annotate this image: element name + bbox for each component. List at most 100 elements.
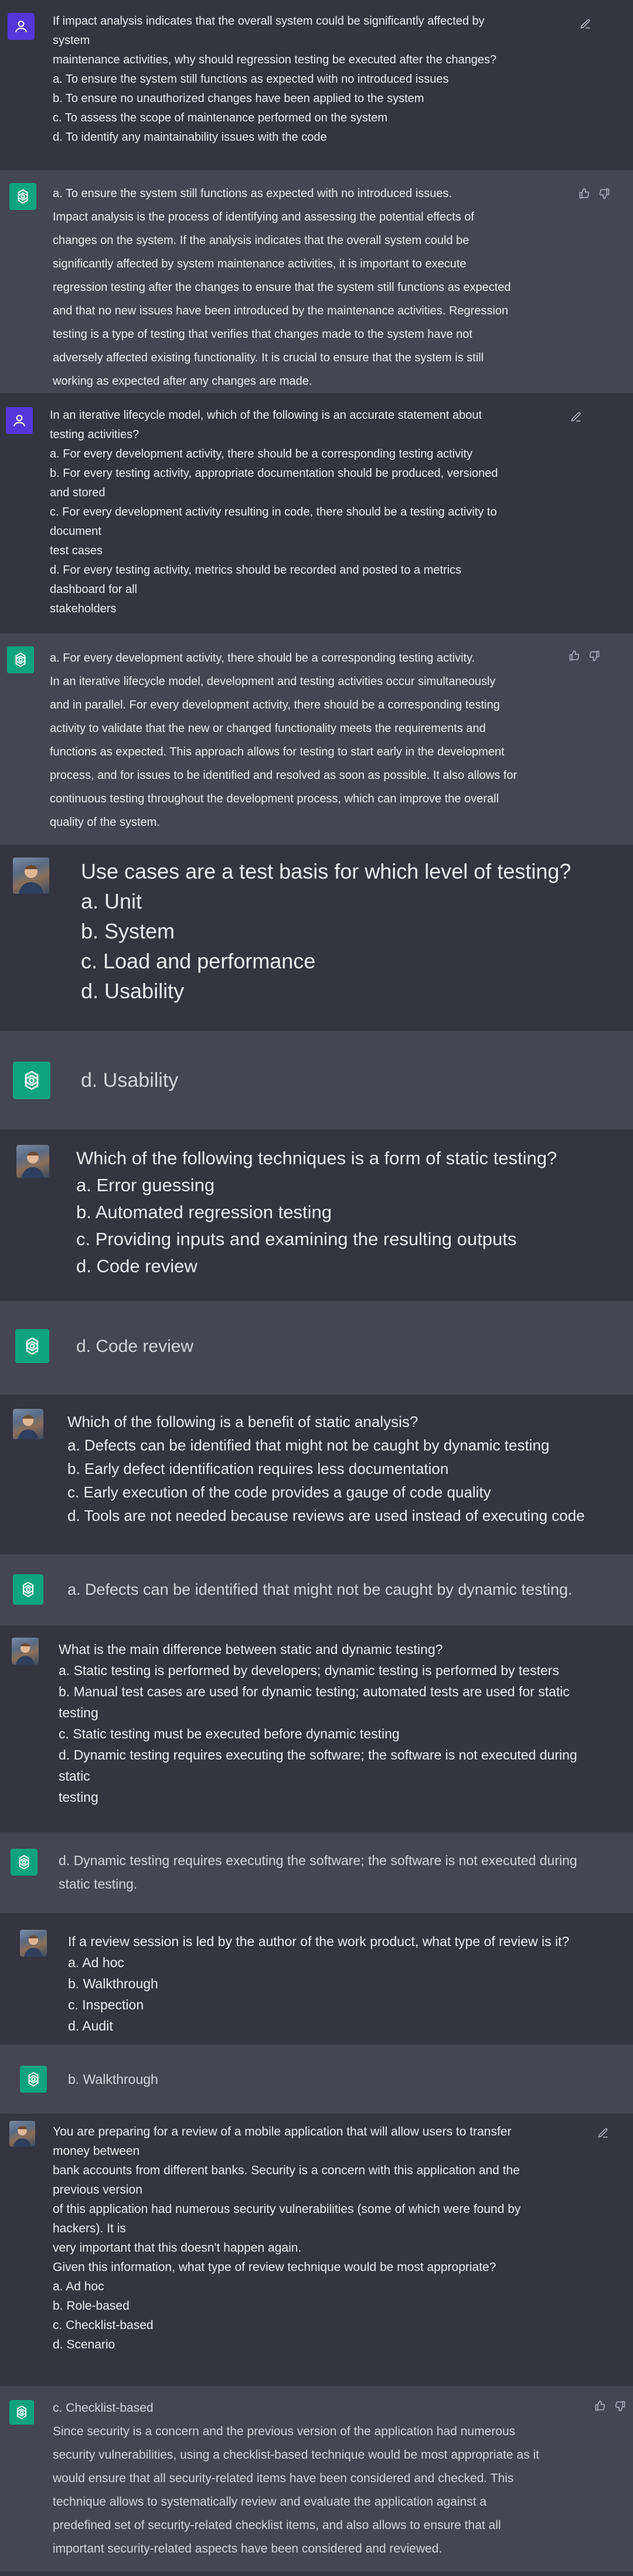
- thumbs-up-icon[interactable]: [577, 187, 591, 201]
- openai-logo-icon: [17, 2405, 26, 2419]
- message-line: regression testing after the changes to …: [53, 281, 511, 294]
- message-line: c. Checklist-based: [53, 2319, 154, 2332]
- thumbs-up-icon[interactable]: [567, 649, 581, 663]
- message-line: Use cases are a test basis for which lev…: [81, 859, 571, 883]
- openai-logo-icon: [28, 2072, 39, 2087]
- assistant-avatar: [9, 2400, 34, 2425]
- assistant-message-text: d. Usability: [81, 1067, 608, 1093]
- user-message-text: In an iterative lifecycle model, which o…: [50, 406, 566, 619]
- message-line: d. For every testing activity, metrics s…: [50, 564, 462, 577]
- message-line: b. Manual test cases are used for dynami…: [59, 1684, 570, 1699]
- edit-icon[interactable]: [578, 16, 593, 32]
- message-line: If impact analysis indicates that the ov…: [53, 15, 485, 28]
- message-line: continuous testing throughout the develo…: [50, 792, 499, 805]
- assistant-message: d. Code review: [0, 1301, 633, 1395]
- user-avatar-photo: [13, 857, 49, 894]
- assistant-message-text: b. Walkthrough: [68, 2069, 625, 2089]
- assistant-message-text: c. Checklist-based Since security is a c…: [53, 2397, 580, 2561]
- user-avatar: [8, 13, 35, 40]
- message-line: bank accounts from different banks. Secu…: [53, 2164, 520, 2177]
- thumbs-down-icon[interactable]: [587, 649, 601, 663]
- message-line: money between: [53, 2144, 140, 2158]
- message-line: quality of the system.: [50, 816, 160, 829]
- message-line: previous version: [53, 2183, 142, 2197]
- user-message-text: Which of the following is a benefit of s…: [67, 1410, 624, 1527]
- message-line: and stored: [50, 486, 106, 499]
- user-message: If impact analysis indicates that the ov…: [0, 0, 633, 170]
- person-icon: [15, 21, 27, 32]
- message-line: Given this information, what type of rev…: [53, 2260, 496, 2274]
- message-line: hackers). It is: [53, 2222, 126, 2235]
- message-line: You are preparing for a review of a mobi…: [53, 2125, 512, 2138]
- message-line: b. System: [81, 919, 175, 943]
- message-line: b. Walkthrough: [68, 2072, 158, 2087]
- message-line: c. Inspection: [68, 1997, 144, 2012]
- message-line: security vulnerabilities, using a checkl…: [53, 2448, 539, 2462]
- assistant-message: a. To ensure the system still functions …: [0, 170, 633, 393]
- message-line: b. For every testing activity, appropria…: [50, 467, 498, 480]
- person-photo-icon: [19, 865, 43, 894]
- message-line: a. Ad hoc: [53, 2280, 104, 2293]
- message-line: of this application had numerous securit…: [53, 2202, 521, 2216]
- message-line: process, and for issues to be identified…: [50, 769, 518, 782]
- message-line: static testing.: [59, 1876, 138, 1892]
- edit-icon[interactable]: [569, 409, 584, 425]
- message-line: very important that this doesn't happen …: [53, 2241, 302, 2255]
- message-line: b. Role-based: [53, 2299, 130, 2313]
- user-message-text: If a review session is led by the author…: [68, 1931, 625, 2036]
- message-line: functions as expected. This approach all…: [50, 745, 505, 758]
- openai-logo-icon: [22, 1581, 34, 1598]
- openai-logo-icon: [25, 1070, 39, 1090]
- person-icon: [13, 415, 25, 426]
- message-line: In an iterative lifecycle model, which o…: [50, 409, 482, 422]
- message-line: b. Early defect identification requires …: [67, 1460, 449, 1477]
- message-line: a. Static testing is performed by develo…: [59, 1663, 559, 1678]
- person-photo-icon: [16, 1643, 35, 1665]
- message-line: testing: [59, 1789, 98, 1805]
- assistant-avatar: [13, 1062, 50, 1099]
- user-message: You are preparing for a review of a mobi…: [0, 2114, 633, 2386]
- assistant-avatar: [20, 2066, 47, 2093]
- message-line: would ensure that all security-related i…: [53, 2472, 514, 2485]
- message-line: a. Defects can be identified that might …: [67, 1581, 573, 1598]
- user-avatar-photo: [9, 2121, 35, 2147]
- message-line: d. Dynamic testing requires executing th…: [59, 1747, 577, 1762]
- message-line: a. Defects can be identified that might …: [67, 1436, 550, 1454]
- message-line: a. To ensure the system still functions …: [53, 187, 452, 200]
- message-line: d. Audit: [68, 2018, 113, 2033]
- user-message: What is the main difference between stat…: [0, 1626, 633, 1832]
- feedback-buttons: [593, 2399, 627, 2413]
- assistant-message: a. Defects can be identified that might …: [0, 1554, 633, 1626]
- message-line: and in parallel. For every development a…: [50, 699, 500, 711]
- message-line: a. For every development activity, there…: [50, 652, 475, 665]
- message-line: c. Load and performance: [81, 949, 316, 973]
- message-line: b. Automated regression testing: [76, 1202, 332, 1222]
- user-avatar-photo: [12, 1638, 39, 1665]
- openai-logo-icon: [15, 652, 26, 667]
- user-message-text: Which of the following techniques is a f…: [76, 1145, 604, 1280]
- thumbs-down-icon[interactable]: [597, 187, 611, 201]
- person-photo-icon: [22, 1151, 44, 1178]
- assistant-avatar: [13, 1574, 43, 1605]
- user-message-text: Use cases are a test basis for which lev…: [81, 856, 608, 1006]
- message-line: b. To ensure no unauthorized changes hav…: [53, 92, 424, 105]
- assistant-message-text: d. Dynamic testing requires executing th…: [59, 1849, 621, 1896]
- user-avatar: [6, 407, 33, 434]
- message-line: a. Error guessing: [76, 1175, 215, 1195]
- thumbs-down-icon[interactable]: [613, 2399, 627, 2413]
- message-line: Which of the following is a benefit of s…: [67, 1413, 418, 1431]
- message-line: d. Dynamic testing requires executing th…: [59, 1853, 577, 1868]
- assistant-avatar: [9, 183, 36, 210]
- message-line: b. Walkthrough: [68, 1976, 158, 1991]
- message-line: testing: [59, 1705, 98, 1720]
- assistant-avatar: [15, 1329, 49, 1363]
- message-line: d. Code review: [76, 1256, 198, 1276]
- edit-icon[interactable]: [595, 2126, 611, 2141]
- openai-logo-icon: [19, 1855, 29, 1870]
- message-line: document: [50, 525, 101, 538]
- user-message: In an iterative lifecycle model, which o…: [0, 393, 633, 633]
- message-line: a. For every development activity, there…: [50, 448, 473, 460]
- thumbs-up-icon[interactable]: [593, 2399, 607, 2413]
- message-line: dashboard for all: [50, 583, 137, 596]
- assistant-message: a. For every development activity, there…: [0, 633, 633, 845]
